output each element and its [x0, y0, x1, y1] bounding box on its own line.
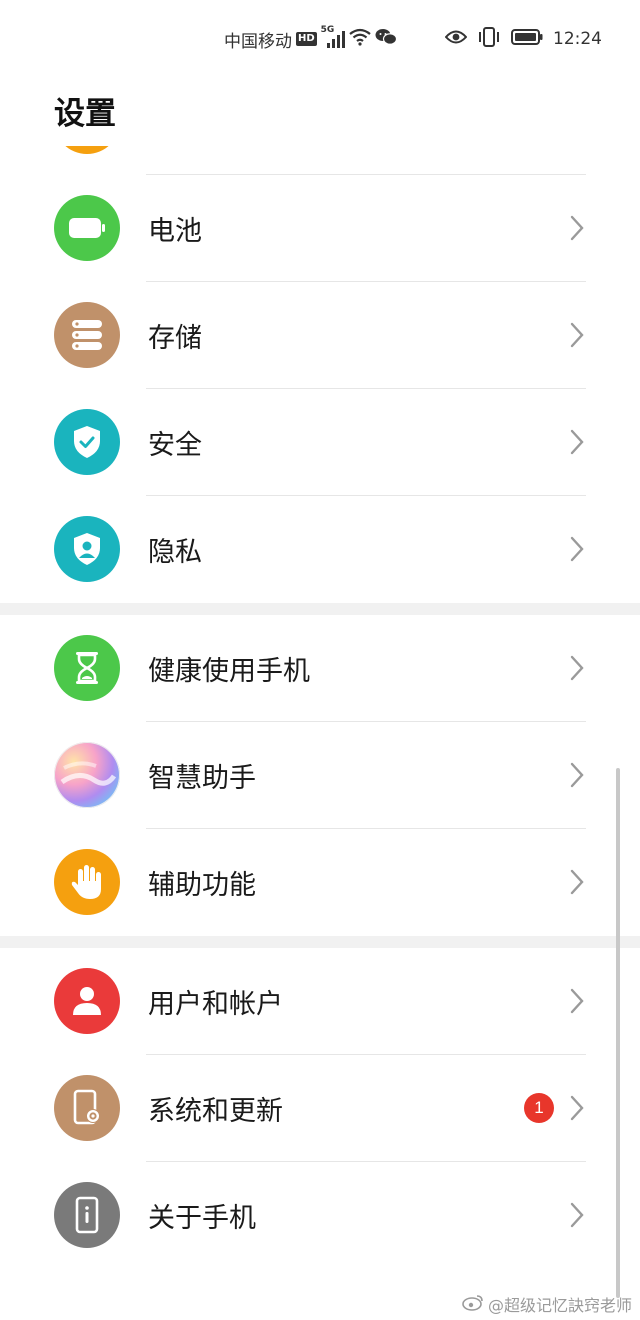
signal-icon: 5G — [321, 25, 345, 49]
settings-item-label: 存储 — [148, 323, 202, 354]
settings-item-system-update[interactable]: 系统和更新 1 — [0, 1055, 640, 1162]
settings-item-label: 用户和帐户 — [148, 989, 283, 1020]
phone-settings-icon — [54, 1075, 120, 1141]
scrollbar[interactable] — [616, 768, 620, 1298]
settings-item-digital-balance[interactable]: 健康使用手机 — [0, 615, 640, 722]
settings-item-label: 安全 — [148, 430, 202, 461]
chevron-right-icon — [570, 429, 584, 455]
weibo-icon — [462, 1293, 484, 1315]
page-title: 设置 — [54, 96, 116, 132]
settings-section-system: 用户和帐户 系统和更新 1 关于手机 — [0, 948, 640, 1269]
chevron-right-icon — [570, 869, 584, 895]
settings-item-storage[interactable]: 存储 — [0, 282, 640, 389]
wifi-icon — [348, 28, 371, 51]
settings-section-device: 应用 电池 — [0, 68, 640, 603]
settings-item-accessibility[interactable]: 辅助功能 — [0, 829, 640, 936]
clock: 12:24 — [553, 29, 602, 49]
vibrate-icon — [477, 26, 501, 52]
chevron-right-icon — [570, 1095, 584, 1121]
watermark: @超级记忆訣窍老师 — [462, 1292, 632, 1316]
settings-item-label: 智慧助手 — [148, 763, 256, 794]
settings-item-users-accounts[interactable]: 用户和帐户 — [0, 948, 640, 1055]
chevron-right-icon — [570, 655, 584, 681]
section-separator — [0, 936, 640, 948]
chevron-right-icon — [570, 322, 584, 348]
update-count-badge: 1 — [524, 1093, 554, 1123]
eye-comfort-icon — [444, 29, 468, 50]
hd-icon: HD — [296, 32, 317, 46]
user-icon — [54, 968, 120, 1034]
settings-item-assistant[interactable]: 智慧助手 — [0, 722, 640, 829]
settings-item-label: 电池 — [148, 216, 202, 247]
chevron-right-icon — [570, 536, 584, 562]
settings-item-label: 健康使用手机 — [148, 656, 310, 687]
chevron-right-icon — [570, 762, 584, 788]
status-left: 中国移动 HD 5G — [224, 25, 397, 52]
settings-screen: 中国移动 HD 5G 12:24 电池 存储 安全 隐私 健康使用手机 智慧助手… — [0, 0, 640, 1320]
settings-item-security[interactable]: 安全 — [0, 389, 640, 496]
hourglass-icon — [54, 635, 120, 701]
watermark-text: @超级记忆訣窍老师 — [487, 1296, 632, 1315]
assistant-orb-icon — [54, 742, 120, 808]
settings-item-battery[interactable]: 电池 — [0, 175, 640, 282]
storage-icon — [54, 302, 120, 368]
network-type: 5G — [320, 25, 335, 35]
settings-item-label: 隐私 — [148, 537, 202, 568]
settings-section-assist: 健康使用手机 智慧助手 辅助功能 — [0, 615, 640, 936]
carrier-name: 中国移动 — [224, 31, 292, 52]
settings-item-privacy[interactable]: 隐私 — [0, 496, 640, 603]
battery-icon — [54, 195, 120, 261]
battery-status-icon — [511, 28, 543, 50]
phone-info-icon — [54, 1182, 120, 1248]
settings-item-about-phone[interactable]: 关于手机 — [0, 1162, 640, 1269]
chevron-right-icon — [570, 1202, 584, 1228]
chevron-right-icon — [570, 988, 584, 1014]
shield-check-icon — [54, 409, 120, 475]
hand-icon — [54, 849, 120, 915]
status-bar: 中国移动 HD 5G 12:24 — [0, 0, 640, 76]
settings-item-label: 系统和更新 — [148, 1096, 283, 1127]
privacy-shield-icon — [54, 516, 120, 582]
settings-item-label: 关于手机 — [148, 1203, 256, 1234]
chevron-right-icon — [570, 215, 584, 241]
section-separator — [0, 603, 640, 615]
status-right: 12:24 — [444, 26, 602, 52]
settings-item-label: 辅助功能 — [148, 870, 256, 901]
wechat-icon — [375, 28, 397, 51]
settings-list: 应用 电池 — [0, 68, 640, 1269]
